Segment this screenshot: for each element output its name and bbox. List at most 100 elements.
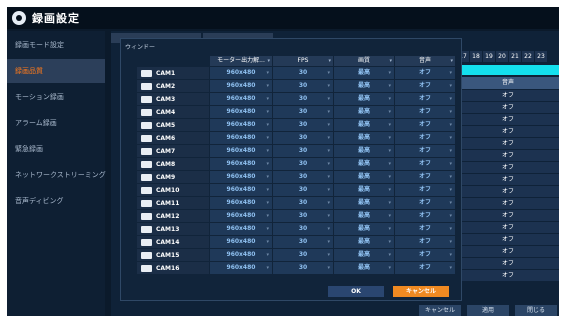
audio-select[interactable]: オフ ▾ [395,158,455,170]
resolution-select[interactable]: 960x480 ▾ [210,93,272,105]
audio-select[interactable]: オフ ▾ [395,80,455,92]
quality-select[interactable]: 最高 ▾ [334,145,394,157]
resolution-select[interactable]: 960x480 ▾ [210,210,272,222]
header-audio[interactable]: 音声 ▾ [395,56,455,66]
cancel-button[interactable]: キャンセル [419,305,461,316]
quality-select[interactable]: 最高 ▾ [334,80,394,92]
audio-value-cell[interactable]: オフ [457,270,559,281]
resolution-select[interactable]: 960x480 ▾ [210,184,272,196]
audio-value-cell[interactable]: オフ [457,102,559,113]
resolution-select[interactable]: 960x480 ▾ [210,119,272,131]
resolution-select[interactable]: 960x480 ▾ [210,145,272,157]
dialog-cancel-button[interactable]: キャンセル [393,286,449,297]
audio-select[interactable]: オフ ▾ [395,210,455,222]
audio-select[interactable]: オフ ▾ [395,119,455,131]
audio-select[interactable]: オフ ▾ [395,236,455,248]
fps-select[interactable]: 30 ▾ [273,80,333,92]
audio-select[interactable]: オフ ▾ [395,106,455,118]
audio-select[interactable]: オフ ▾ [395,67,455,79]
audio-value-cell[interactable]: オフ [457,198,559,209]
sidebar-item[interactable]: アラーム録画 [7,111,105,135]
fps-select[interactable]: 30 ▾ [273,132,333,144]
audio-select[interactable]: オフ ▾ [395,249,455,261]
audio-value-cell[interactable]: オフ [457,222,559,233]
audio-value-cell[interactable]: オフ [457,138,559,149]
quality-select[interactable]: 最高 ▾ [334,210,394,222]
fps-select[interactable]: 30 ▾ [273,119,333,131]
audio-value-cell[interactable]: オフ [457,90,559,101]
fps-select[interactable]: 30 ▾ [273,223,333,235]
resolution-select[interactable]: 960x480 ▾ [210,262,272,274]
resolution-select[interactable]: 960x480 ▾ [210,132,272,144]
quality-select[interactable]: 最高 ▾ [334,119,394,131]
audio-select[interactable]: オフ ▾ [395,197,455,209]
audio-select[interactable]: オフ ▾ [395,184,455,196]
audio-value-cell[interactable]: オフ [457,210,559,221]
quality-select[interactable]: 最高 ▾ [334,93,394,105]
sidebar-item[interactable]: 音声ディビング [7,189,105,213]
audio-value-cell[interactable]: オフ [457,186,559,197]
fps-select[interactable]: 30 ▾ [273,197,333,209]
quality-select[interactable]: 最高 ▾ [334,249,394,261]
fps-select[interactable]: 30 ▾ [273,67,333,79]
resolution-select[interactable]: 960x480 ▾ [210,158,272,170]
fps-select[interactable]: 30 ▾ [273,171,333,183]
sidebar-item[interactable]: ネットワークストリーミング [7,163,106,187]
audio-value-cell[interactable]: オフ [457,126,559,137]
audio-value-cell[interactable]: オフ [457,246,559,257]
quality-select[interactable]: 最高 ▾ [334,262,394,274]
sidebar-item[interactable]: 録画品質 [7,59,105,83]
audio-value-cell[interactable]: オフ [457,114,559,125]
quality-select[interactable]: 最高 ▾ [334,106,394,118]
quality-select-value: 最高 [357,134,370,141]
audio-select[interactable]: オフ ▾ [395,223,455,235]
audio-select[interactable]: オフ ▾ [395,93,455,105]
ok-button[interactable]: OK [328,286,384,297]
quality-select[interactable]: 最高 ▾ [334,197,394,209]
audio-select[interactable]: オフ ▾ [395,262,455,274]
fps-select[interactable]: 30 ▾ [273,210,333,222]
audio-value-cell[interactable]: オフ [457,258,559,269]
resolution-select[interactable]: 960x480 ▾ [210,106,272,118]
audio-value-cell[interactable]: オフ [457,234,559,245]
header-quality[interactable]: 画質 ▾ [334,56,394,66]
fps-select[interactable]: 30 ▾ [273,236,333,248]
quality-select[interactable]: 最高 ▾ [334,223,394,235]
resolution-select[interactable]: 960x480 ▾ [210,171,272,183]
resolution-select[interactable]: 960x480 ▾ [210,80,272,92]
resolution-select[interactable]: 960x480 ▾ [210,236,272,248]
quality-select[interactable]: 最高 ▾ [334,67,394,79]
fps-select[interactable]: 30 ▾ [273,184,333,196]
timeline-bar[interactable] [457,65,559,75]
chevron-down-icon: ▾ [327,213,330,219]
audio-select[interactable]: オフ ▾ [395,145,455,157]
fps-select[interactable]: 30 ▾ [273,145,333,157]
quality-select[interactable]: 最高 ▾ [334,132,394,144]
fps-select[interactable]: 30 ▾ [273,106,333,118]
resolution-select[interactable]: 960x480 ▾ [210,197,272,209]
header-resolution[interactable]: モーター出力解... ▾ [210,56,272,66]
apply-button[interactable]: 適用 [467,305,509,316]
resolution-select[interactable]: 960x480 ▾ [210,249,272,261]
header-fps[interactable]: FPS ▾ [273,56,333,66]
audio-value-cell[interactable]: オフ [457,150,559,161]
fps-select[interactable]: 30 ▾ [273,93,333,105]
resolution-select[interactable]: 960x480 ▾ [210,223,272,235]
audio-select[interactable]: オフ ▾ [395,171,455,183]
audio-value-cell[interactable]: オフ [457,174,559,185]
audio-value-cell[interactable]: オフ [457,162,559,173]
fps-select[interactable]: 30 ▾ [273,262,333,274]
quality-select[interactable]: 最高 ▾ [334,184,394,196]
resolution-select[interactable]: 960x480 ▾ [210,67,272,79]
audio-select[interactable]: オフ ▾ [395,132,455,144]
quality-select[interactable]: 最高 ▾ [334,158,394,170]
close-button[interactable]: 閉じる [515,305,557,316]
fps-select[interactable]: 30 ▾ [273,158,333,170]
sidebar-item[interactable]: 緊急録画 [7,137,105,161]
quality-select[interactable]: 最高 ▾ [334,171,394,183]
camera-icon [141,264,152,272]
quality-select[interactable]: 最高 ▾ [334,236,394,248]
sidebar-item[interactable]: モーション録画 [7,85,105,109]
fps-select[interactable]: 30 ▾ [273,249,333,261]
sidebar-item[interactable]: 録画モード設定 [7,33,105,57]
